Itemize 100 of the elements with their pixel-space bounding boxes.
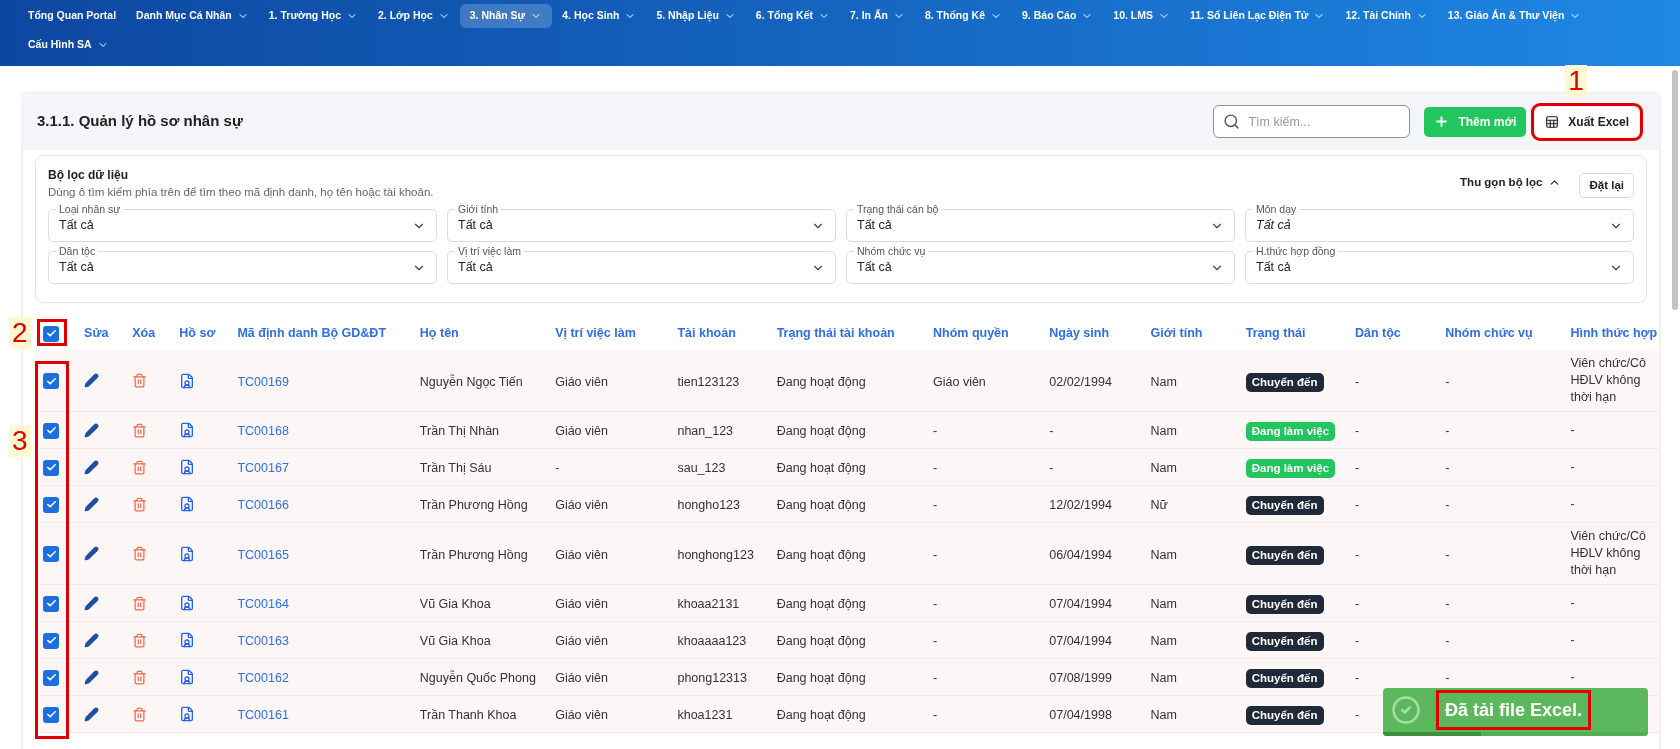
nav-menu-item[interactable]: Cấu Hình SA: [18, 33, 119, 57]
edit-icon[interactable]: [84, 595, 100, 611]
nav-menu-item[interactable]: 2. Lớp Học: [368, 4, 460, 28]
profile-document-icon[interactable]: [179, 459, 196, 475]
staff-id-link[interactable]: TC00163: [237, 634, 289, 648]
checkbox[interactable]: [43, 373, 59, 390]
status-badge: Chuyển đến: [1245, 632, 1324, 651]
checkbox[interactable]: [43, 496, 59, 513]
column-header[interactable]: Họ tên: [411, 316, 548, 350]
column-header[interactable]: Nhóm chức vụ: [1437, 316, 1563, 350]
collapse-filter-button[interactable]: Thu gọn bộ lọc: [1460, 174, 1562, 192]
check-circle-icon: [1391, 695, 1421, 725]
profile-document-icon[interactable]: [179, 496, 196, 512]
column-header[interactable]: Hình thức hợp: [1562, 316, 1659, 350]
checkbox[interactable]: [43, 422, 59, 439]
table-cell-text: -: [1570, 495, 1576, 513]
nav-menu-item[interactable]: 9. Báo Cáo: [1012, 4, 1104, 28]
nav-menu-item[interactable]: 7. In Ấn: [840, 4, 915, 28]
checkbox[interactable]: [43, 706, 59, 723]
nav-menu-item[interactable]: 4. Học Sinh: [552, 4, 647, 28]
edit-icon[interactable]: [84, 632, 100, 648]
profile-document-icon[interactable]: [179, 545, 196, 562]
column-header[interactable]: Sửa: [76, 316, 125, 350]
column-header[interactable]: Giới tính: [1142, 316, 1238, 350]
profile-document-icon[interactable]: [179, 706, 196, 722]
table-cell: 06/04/1994: [1049, 547, 1112, 562]
nav-menu-item[interactable]: 1. Trường Học: [258, 4, 369, 28]
checkbox[interactable]: [43, 546, 59, 563]
table-cell: Đang hoạt động: [776, 708, 866, 722]
column-header[interactable]: Hồ sơ: [171, 316, 230, 350]
column-header[interactable]: Ngày sinh: [1041, 316, 1143, 350]
profile-document-icon[interactable]: [179, 422, 196, 438]
column-header[interactable]: Trạng thái tài khoản: [768, 316, 925, 350]
column-header[interactable]: Trạng thái: [1237, 316, 1347, 350]
edit-icon[interactable]: [84, 496, 100, 512]
edit-icon[interactable]: [84, 669, 100, 685]
edit-icon[interactable]: [84, 422, 100, 438]
edit-icon[interactable]: [84, 373, 100, 388]
reset-button[interactable]: Đặt lại: [1579, 173, 1634, 198]
column-header[interactable]: Tài khoản: [669, 316, 769, 350]
toast-message: Đã tải file Excel.: [1436, 690, 1592, 730]
nav-menu-item[interactable]: 11. Sổ Liên Lạc Điện Tử: [1180, 4, 1336, 28]
delete-icon[interactable]: [132, 546, 148, 561]
checkbox[interactable]: [43, 632, 59, 649]
staff-id-link[interactable]: TC00167: [237, 461, 289, 475]
table-cell: Giáo viên: [933, 374, 986, 389]
table-cell: -: [1354, 597, 1360, 611]
nav-menu-item[interactable]: 10. LMS: [1103, 4, 1180, 28]
column-header[interactable]: Nhóm quyền: [925, 316, 1042, 350]
staff-id-link[interactable]: TC00161: [237, 708, 289, 722]
delete-icon[interactable]: [132, 632, 148, 648]
table-cell: Giáo viên: [555, 671, 608, 685]
nav-menu-item[interactable]: 6. Tổng Kết: [745, 4, 840, 28]
staff-id-link[interactable]: TC00166: [237, 498, 289, 512]
nav-menu-item[interactable]: Tổng Quan Portal: [18, 4, 127, 28]
profile-document-icon[interactable]: [179, 372, 196, 389]
table-cell: Trần Phương Hồng: [419, 498, 528, 512]
nav-menu-item[interactable]: 8. Thống Kê: [914, 4, 1013, 28]
column-header[interactable]: Dân tộc: [1346, 316, 1438, 350]
delete-icon[interactable]: [132, 706, 148, 722]
plus-icon: [1434, 114, 1450, 129]
delete-icon[interactable]: [132, 595, 148, 611]
checkbox[interactable]: [43, 459, 59, 476]
table-cell-text: Viên chức/Cô HĐLV không thời hạn: [1570, 355, 1647, 406]
delete-icon[interactable]: [132, 459, 148, 475]
edit-icon[interactable]: [84, 546, 100, 561]
column-header[interactable]: Mã định danh Bộ GD&ĐT: [229, 316, 412, 350]
nav-menu-item[interactable]: 12. Tài Chính: [1335, 4, 1438, 28]
nav-menu-item[interactable]: 3. Nhân Sự: [459, 4, 553, 28]
edit-icon[interactable]: [84, 706, 100, 722]
delete-icon[interactable]: [132, 496, 148, 512]
nav-menu-item[interactable]: Danh Mục Cá Nhân: [126, 4, 259, 28]
nav-menu-item[interactable]: 5. Nhập Liệu: [646, 4, 746, 28]
staff-id-link[interactable]: TC00168: [237, 424, 289, 438]
table-cell: -: [1049, 424, 1054, 438]
filter-title: Bộ lọc dữ liệu: [48, 167, 130, 184]
table-cell: Nguyễn Quốc Phong: [419, 671, 536, 685]
profile-document-icon[interactable]: [179, 595, 196, 611]
column-header[interactable]: Xóa: [124, 316, 172, 350]
delete-icon[interactable]: [132, 669, 148, 685]
table-cell: Giáo viên: [555, 597, 608, 611]
edit-icon[interactable]: [84, 459, 100, 475]
table-cell: 07/04/1994: [1049, 634, 1112, 648]
checkbox[interactable]: [43, 595, 59, 612]
checkbox[interactable]: [43, 669, 59, 686]
staff-id-link[interactable]: TC00169: [237, 374, 289, 389]
delete-icon[interactable]: [132, 422, 148, 438]
table-cell: -: [1445, 671, 1450, 685]
staff-id-link[interactable]: TC00165: [237, 547, 289, 562]
nav-menu-item[interactable]: 13. Giáo Án & Thư Viện: [1437, 4, 1592, 28]
field-label: Dân tộc: [56, 244, 99, 258]
table-cell: -: [1445, 374, 1450, 389]
search-field[interactable]: Tìm kiếm...: [1213, 105, 1411, 138]
profile-document-icon[interactable]: [179, 669, 196, 685]
profile-document-icon[interactable]: [179, 632, 196, 648]
staff-id-link[interactable]: TC00164: [237, 597, 289, 611]
staff-id-link[interactable]: TC00162: [237, 671, 289, 685]
column-header[interactable]: Vị trí việc làm: [547, 316, 670, 350]
checkbox[interactable]: [43, 325, 59, 342]
delete-icon[interactable]: [132, 373, 148, 388]
